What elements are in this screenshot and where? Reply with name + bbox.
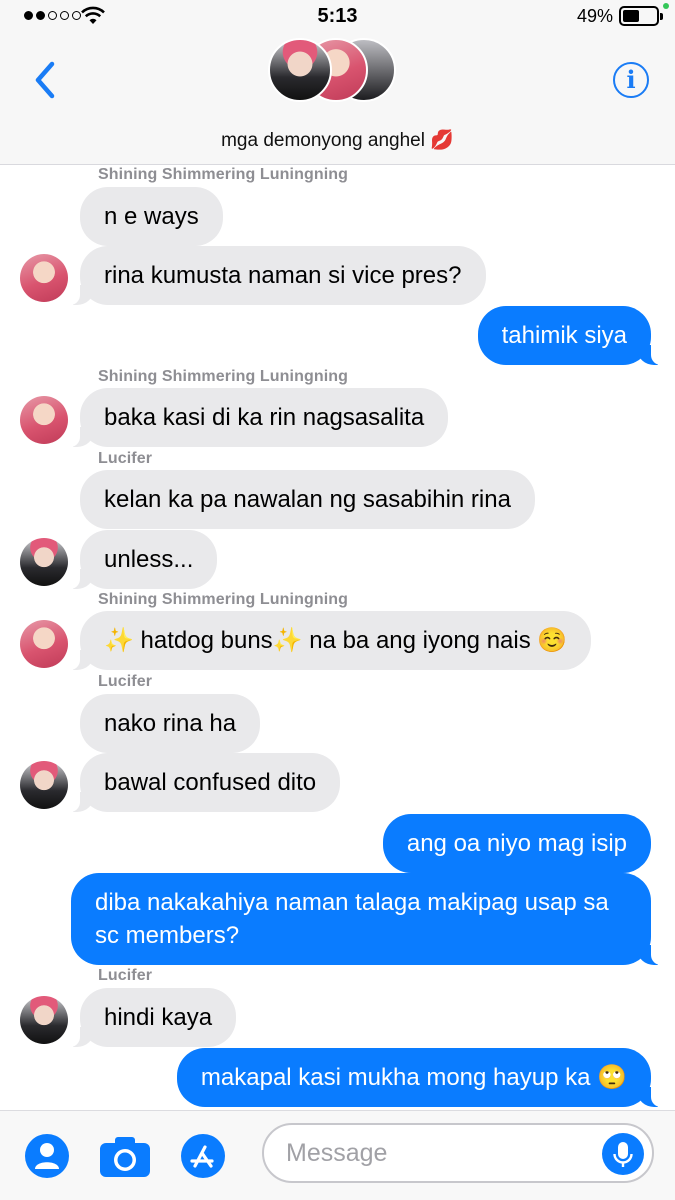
group-name[interactable]: mga demonyong anghel 💋 (0, 128, 675, 152)
sender-label: Shining Shimmering Luningning (98, 591, 348, 608)
compose-bar (0, 1110, 675, 1200)
incoming-message[interactable]: ✨ hatdog buns✨ na ba ang iyong nais ☺️ (67, 611, 592, 670)
incoming-message[interactable]: hindi kaya (67, 988, 237, 1047)
incoming-message[interactable]: bawal confused dito (67, 753, 341, 812)
avatar[interactable] (20, 996, 68, 1044)
status-bar: 5:13 49% (0, 0, 675, 34)
back-chevron-icon[interactable] (30, 60, 64, 100)
conversation-header: 5:13 49% i mga demonyong anghel 💋 (0, 0, 675, 165)
avatar[interactable] (20, 396, 68, 444)
sender-label: Lucifer (98, 673, 153, 690)
sender-label: Lucifer (98, 967, 153, 984)
sender-label: Shining Shimmering Luningning (98, 368, 348, 385)
battery-percentage: 49% (576, 6, 613, 26)
sender-label: Shining Shimmering Luningning (98, 166, 348, 183)
incoming-message[interactable]: n e ways (80, 187, 223, 246)
info-button[interactable]: i (613, 62, 649, 98)
incoming-message[interactable]: kelan ka pa nawalan ng sasabihin rina (80, 470, 535, 529)
avatar[interactable] (20, 538, 68, 586)
outgoing-message[interactable]: makapal kasi mukha mong hayup ka 🙄 (176, 1048, 664, 1107)
incoming-message[interactable]: rina kumusta naman si vice pres? (68, 246, 486, 305)
outgoing-message[interactable]: ang oa niyo mag isip (382, 814, 651, 873)
avatar[interactable] (20, 620, 68, 668)
outgoing-message[interactable]: tahimik siya (477, 306, 664, 365)
battery-icon (619, 6, 663, 26)
incoming-message[interactable]: baka kasi di ka rin nagsasalita (67, 388, 449, 447)
incoming-message[interactable]: nako rina ha (80, 694, 261, 753)
clock: 5:13 (317, 5, 358, 27)
message-input-field[interactable] (262, 1123, 654, 1183)
memoji-icon[interactable] (24, 1133, 70, 1179)
message-input[interactable] (286, 1135, 586, 1171)
app-store-icon[interactable] (180, 1133, 226, 1179)
dictation-button[interactable] (602, 1133, 644, 1175)
incoming-message[interactable]: unless... (67, 530, 218, 589)
privacy-indicator-dot (663, 3, 669, 9)
group-avatar-1 (268, 38, 332, 102)
outgoing-message[interactable]: diba nakakahiya naman talaga makipag usa… (71, 873, 663, 965)
camera-icon[interactable] (98, 1133, 152, 1179)
avatar[interactable] (20, 761, 68, 809)
avatar[interactable] (20, 254, 68, 302)
microphone-icon (613, 1142, 633, 1167)
sender-label: Lucifer (98, 450, 153, 467)
group-avatar-stack[interactable] (268, 38, 398, 104)
